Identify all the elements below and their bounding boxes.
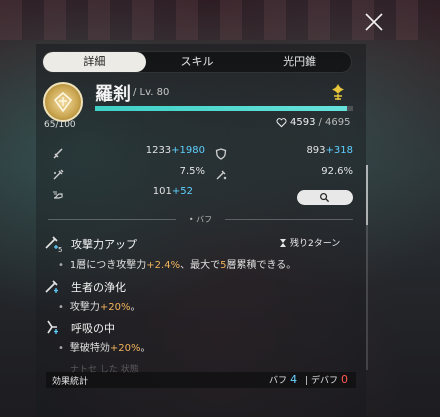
atk-bonus: +1980 — [171, 145, 205, 156]
shield-icon — [215, 145, 227, 160]
def-base: 893 — [306, 145, 326, 156]
scrollbar[interactable] — [366, 165, 368, 370]
buff-section-divider: • バフ — [48, 215, 353, 225]
search-icon — [320, 193, 330, 203]
speed-icon — [52, 186, 64, 199]
desc-text: 1層につき攻撃力 — [69, 260, 147, 271]
desc-value: +20% — [99, 302, 131, 313]
buff-title: 攻撃力アップ — [71, 238, 137, 251]
debuff-count: 0 — [341, 373, 348, 386]
desc-text: 撃破特効 — [69, 343, 110, 354]
crit-rate-value: 7.5% — [179, 166, 205, 177]
buff-count: 4 — [290, 373, 298, 386]
stack-count: 5 — [58, 246, 63, 254]
buff-description: • 1層につき攻撃力+2.4%、最大で5層累積できる。 — [58, 260, 297, 271]
sword-icon — [52, 145, 64, 159]
debuff-count-label: デバフ — [310, 376, 338, 386]
desc-text: 、最大で — [180, 260, 221, 271]
break-effect-icon — [44, 319, 60, 335]
ultimate-icon — [53, 91, 73, 113]
stat-details-button[interactable] — [297, 190, 353, 205]
spd-base: 101 — [152, 186, 172, 197]
spd-value: 101+52 — [110, 186, 193, 197]
desc-text: 。 — [140, 343, 151, 354]
hp-bar-fill — [95, 106, 348, 111]
desc-text: 層累積できる。 — [226, 260, 297, 271]
desc-text: 。 — [130, 302, 141, 313]
def-bonus: +318 — [325, 145, 353, 156]
scrollbar-thumb[interactable] — [366, 165, 368, 225]
character-level: / Lv. 80 — [133, 87, 170, 98]
hp-current: 4593 — [290, 117, 316, 128]
turns-text: 残り2ターン — [290, 239, 341, 249]
effect-stats-label: 効果統計 — [52, 377, 89, 387]
buff-title: 生者の浄化 — [71, 281, 126, 294]
hp-readout: 4593 / 4695 — [276, 117, 350, 128]
hp-max: / 4695 — [318, 117, 351, 128]
ultimate-avatar[interactable] — [43, 82, 83, 122]
tab-bar: 詳細 スキル 光円錐 — [42, 51, 352, 73]
crit-dmg-icon — [215, 166, 227, 180]
desc-value: +2.4% — [146, 260, 181, 271]
effect-stats-bar[interactable]: 効果統計 バフ 4 | デバフ 0 — [46, 372, 356, 388]
crit-rate-icon — [52, 166, 64, 180]
character-name: 羅刹 — [95, 84, 131, 105]
tab-details[interactable]: 詳細 — [43, 52, 146, 72]
hourglass-icon — [280, 238, 286, 247]
def-value: 893+318 — [265, 145, 353, 156]
energy-value: 65/100 — [44, 120, 76, 130]
buff-description: • 撃破特効+20%。 — [58, 343, 151, 354]
turns-remaining: 残り2ターン — [279, 236, 340, 249]
atk-value: 1233+1980 — [110, 145, 205, 156]
buff-description: • 攻撃力+20%。 — [58, 302, 141, 313]
atk-base: 1233 — [145, 145, 172, 156]
buff-title: 呼吸の中 — [71, 322, 115, 335]
desc-value: +20% — [109, 343, 141, 354]
tab-light-cone[interactable]: 光円錐 — [248, 52, 351, 72]
buff-count-label: バフ — [269, 376, 288, 386]
buff-section-label: • バフ — [188, 215, 213, 224]
heart-icon — [276, 118, 287, 128]
buff-section-text: バフ — [196, 215, 213, 224]
crit-dmg-value: 92.6% — [321, 166, 353, 177]
effect-counts: バフ 4 | デバフ 0 — [269, 373, 348, 386]
close-icon[interactable] — [362, 10, 386, 34]
abundance-path-icon — [328, 82, 348, 102]
count-separator: | — [305, 376, 309, 386]
spd-bonus: +52 — [171, 186, 193, 197]
purification-icon — [44, 278, 60, 294]
desc-text: 攻撃力 — [69, 302, 100, 313]
tab-skills[interactable]: スキル — [146, 52, 249, 72]
hp-bar — [95, 106, 353, 111]
